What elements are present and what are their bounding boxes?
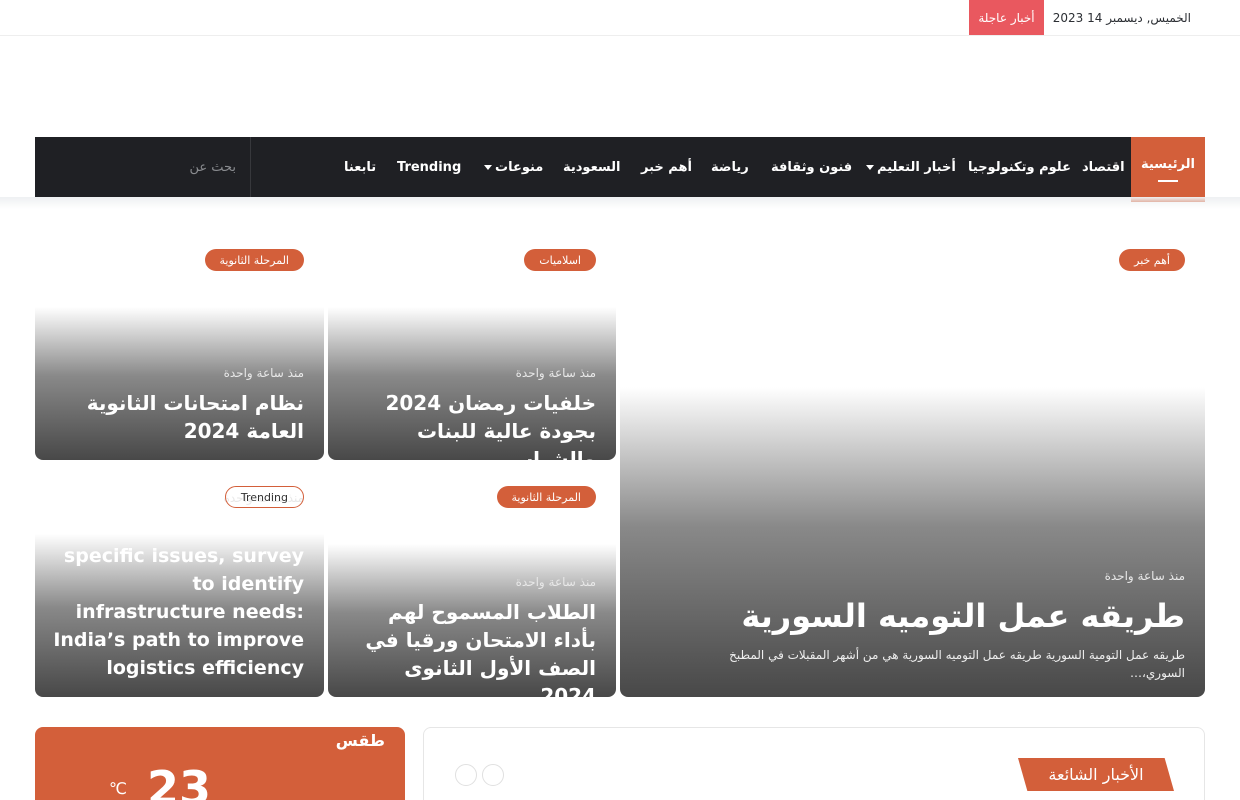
trending-title: الأخبار الشائعة (1018, 758, 1174, 791)
category-badge[interactable]: أهم خبر (1119, 249, 1185, 271)
nav-item-label: منوعات (495, 159, 544, 175)
nav-item-economy[interactable]: اقتصاد (1082, 137, 1125, 197)
category-badge[interactable]: المرحلة الثانوية (496, 486, 596, 508)
caret-down-icon (484, 164, 492, 170)
featured-card[interactable]: المرحلة الثانوية منذ ساعة واحدة نظام امت… (35, 237, 324, 460)
post-title[interactable]: طريقه عمل التوميه السورية (638, 595, 1185, 637)
nav-item-label: الرئيسية (1140, 157, 1196, 172)
nav-item-label: فنون وثقافة (771, 159, 853, 175)
nav-item-follow[interactable]: تابعنا (344, 137, 376, 197)
nav-item-label: أهم خبر (641, 159, 692, 175)
post-time: منذ ساعة واحدة (515, 366, 596, 380)
category-badge[interactable]: اسلاميات (524, 249, 596, 271)
nav-item-education[interactable]: أخبار التعليم (861, 137, 956, 197)
nav-item-sports[interactable]: رياضة (711, 137, 749, 197)
temperature-unit: ℃ (109, 779, 127, 798)
weather-widget: طقس ℃ 23 (35, 727, 405, 800)
featured-card[interactable]: المرحلة الثانوية منذ ساعة واحدة الطلاب ا… (328, 474, 616, 697)
post-time: منذ ساعة واحدة (515, 575, 596, 589)
nav-item-top-news[interactable]: أهم خبر (641, 137, 692, 197)
circle-prev-icon[interactable] (455, 764, 477, 786)
post-title[interactable]: خلفيات رمضان 2024 بجودة عالية للبنات وال… (346, 389, 596, 460)
nav-item-science[interactable]: علوم وتكنولوجيا (968, 137, 1071, 197)
nav-item-label: رياضة (711, 159, 749, 175)
nav-item-home[interactable]: الرئيسية (1131, 137, 1205, 202)
top-bar: أخبار عاجلة الخميس, ديسمبر 14 2023 (0, 0, 1240, 36)
nav-shadow (0, 197, 1240, 209)
nav-item-saudi[interactable]: السعودية (563, 137, 621, 197)
post-title[interactable]: نظام امتحانات الثانوية العامة 2024 (53, 389, 304, 445)
current-date: الخميس, ديسمبر 14 2023 (1052, 10, 1191, 25)
search-box (35, 137, 251, 197)
circle-next-icon[interactable] (482, 764, 504, 786)
nav-item-label: السعودية (563, 159, 621, 175)
main-nav: تابعنا Trending منوعات السعودية أهم خبر … (35, 137, 1205, 202)
post-time: منذ ساعة واحدة (223, 366, 304, 380)
featured-card[interactable]: منذ ساعة واحدة specific issues, survey t… (35, 474, 324, 697)
post-time: منذ ساعة واحدة (1104, 569, 1185, 583)
search-input[interactable] (35, 137, 250, 197)
active-indicator (1158, 180, 1178, 182)
nav-item-label: تابعنا (344, 159, 377, 175)
category-badge[interactable]: Trending (224, 486, 304, 508)
nav-item-label: أخبار التعليم (877, 159, 956, 175)
weather-title: طقس (335, 731, 385, 750)
post-title[interactable]: specific issues, survey to identify infr… (53, 542, 304, 682)
featured-card[interactable]: اسلاميات منذ ساعة واحدة خلفيات رمضان 202… (328, 237, 616, 460)
category-badge[interactable]: المرحلة الثانوية (204, 249, 304, 271)
post-title[interactable]: الطلاب المسموح لهم بأداء الامتحان ورقيا … (346, 598, 596, 697)
breaking-news-label[interactable]: أخبار عاجلة (969, 0, 1044, 35)
nav-item-trending[interactable]: Trending (397, 137, 461, 197)
caret-down-icon (866, 164, 874, 170)
temperature-value: 23 (147, 761, 212, 800)
nav-item-label: اقتصاد (1082, 159, 1125, 175)
nav-item-label: Trending (397, 159, 462, 175)
nav-item-label: علوم وتكنولوجيا (968, 159, 1071, 175)
featured-card-main[interactable]: أهم خبر منذ ساعة واحدة طريقه عمل التوميه… (620, 237, 1205, 697)
nav-item-misc[interactable]: منوعات (479, 137, 543, 197)
post-excerpt: طريقه عمل التومية السورية طريقه عمل التو… (729, 648, 1185, 680)
nav-item-arts[interactable]: فنون وثقافة (771, 137, 852, 197)
